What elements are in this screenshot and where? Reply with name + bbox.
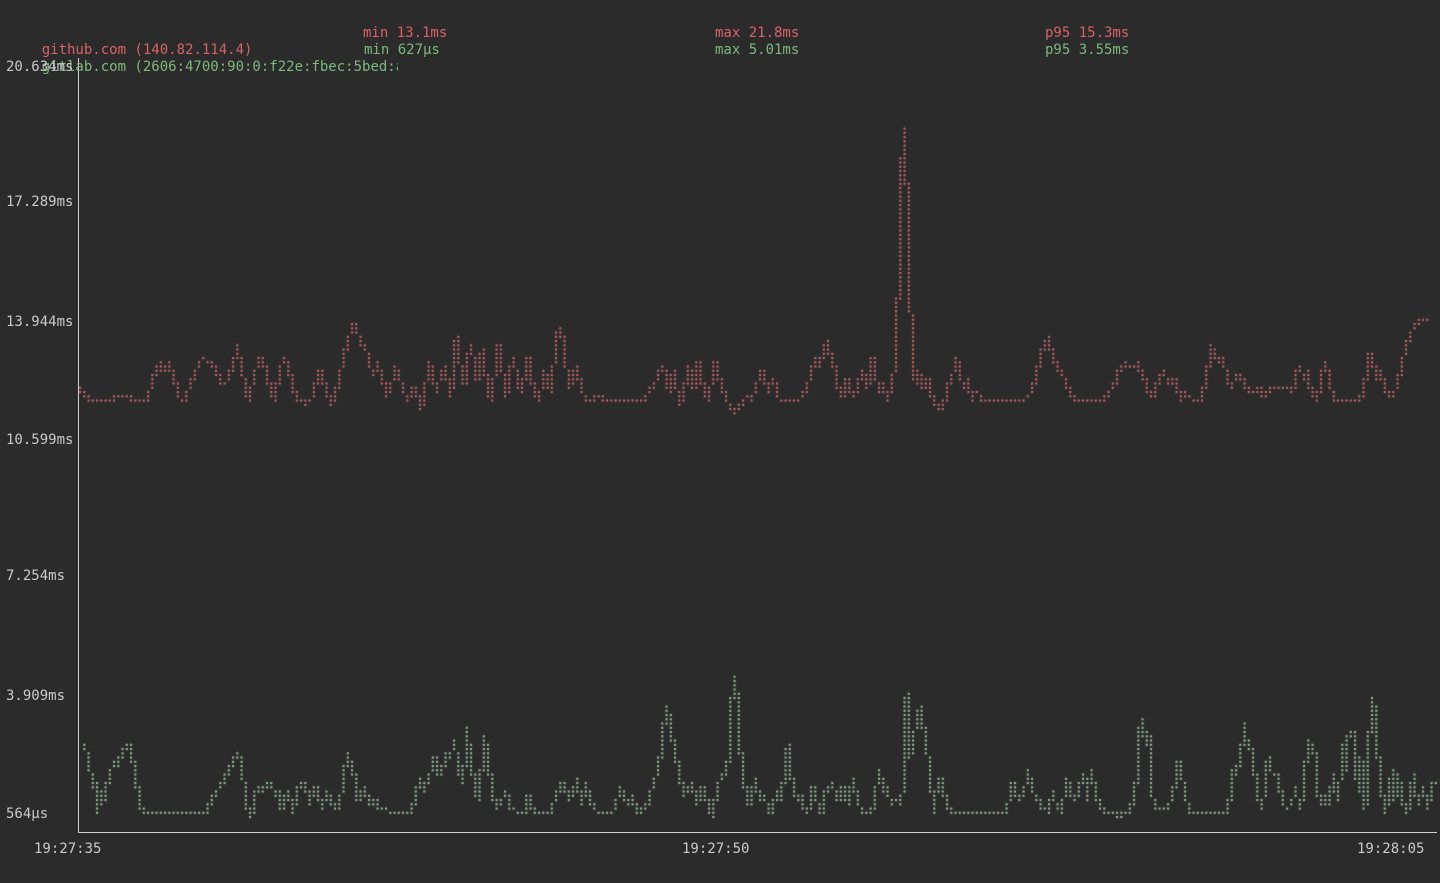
latency-plot-canvas [0,0,1440,883]
host-label: gitlab.com (2606:4700:90:0:f22e:fbec:5be… [42,59,398,76]
max-stat: max 5.01ms [715,42,799,59]
max-stat: max 21.8ms [715,25,799,42]
p95-stat: p95 3.55ms [1045,42,1129,59]
y-axis-line [78,58,79,833]
x-axis-line [78,832,1437,833]
y-axis-tick-label: 10.599ms [6,432,73,449]
p95-stat: p95 15.3ms [1045,25,1129,42]
min-stat: min 13.1ms [363,25,447,42]
y-axis-tick-label: 564µs [6,806,48,823]
x-axis-tick-label: 19:27:50 [682,841,749,858]
min-stat: min 627µs [364,42,440,59]
y-axis-tick-label: 7.254ms [6,568,65,585]
y-axis-tick-label: 20.634ms [6,59,73,76]
y-axis-tick-label: 17.289ms [6,194,73,211]
x-axis-tick-label: 19:28:05 [1357,841,1424,858]
x-axis-tick-label: 19:27:35 [34,841,101,858]
y-axis-tick-label: 3.909ms [6,688,65,705]
y-axis-tick-label: 13.944ms [6,314,73,331]
gping-terminal-screen: { "header": { "series_rows": [ { "host":… [0,0,1440,883]
